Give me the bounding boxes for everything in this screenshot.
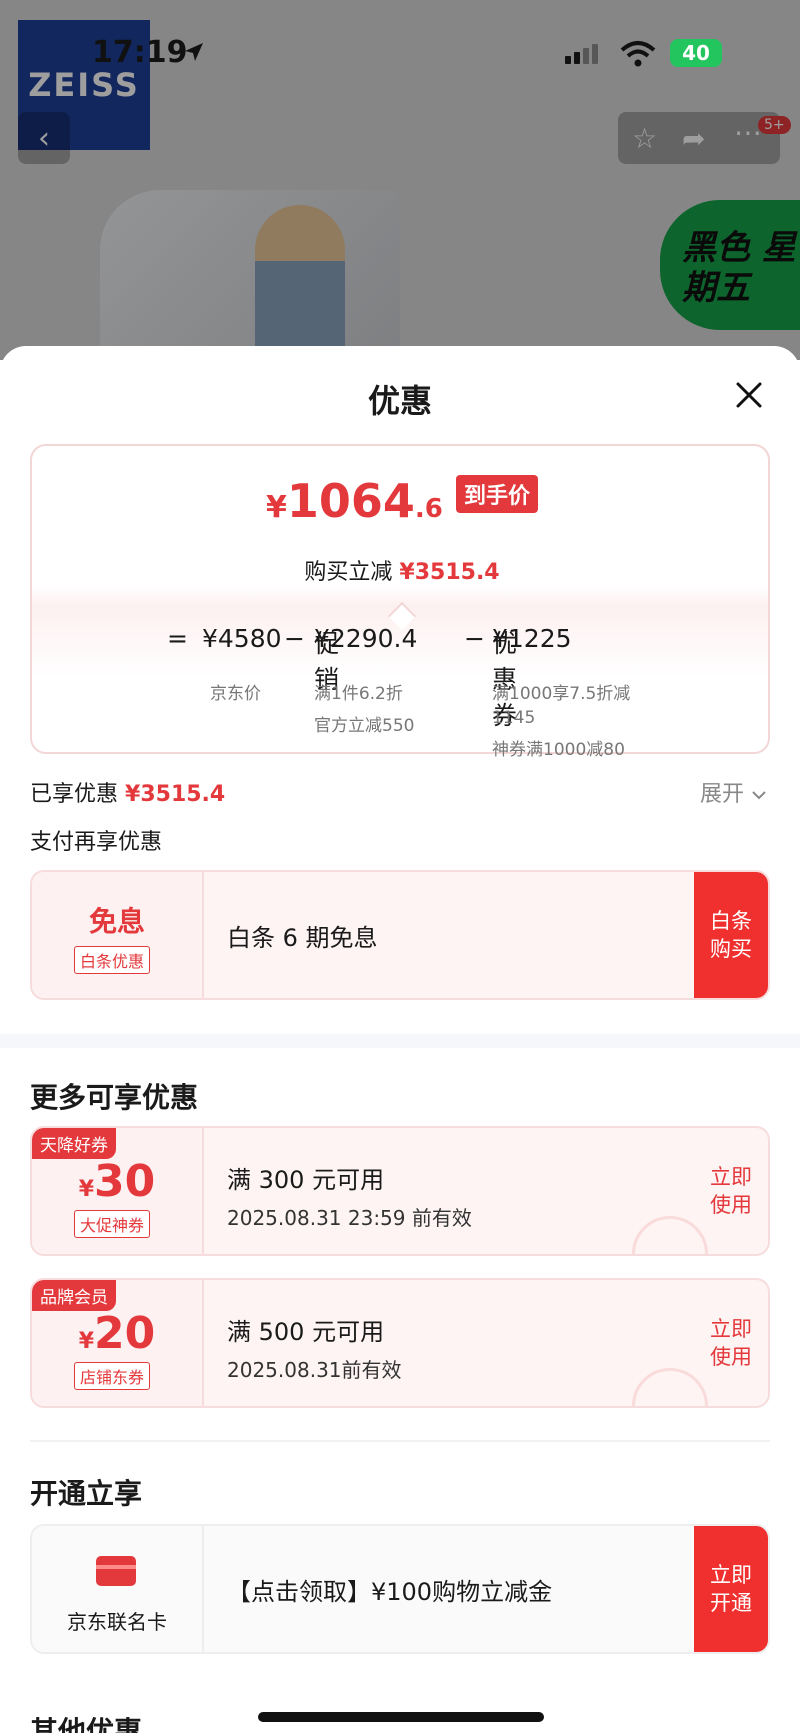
baitiao-buy-button[interactable]: 白条 购买 (694, 872, 768, 998)
location-arrow-icon (185, 43, 203, 61)
final-price-integer: 1064 (286, 474, 415, 528)
open-benefits-heading: 开通立享 (30, 1477, 143, 1510)
final-price-badge: 到手价 (455, 475, 538, 513)
coupon-condition: 满 300 元可用 (227, 1166, 385, 1194)
close-icon[interactable] (730, 376, 768, 414)
battery-indicator: 40 (670, 39, 722, 67)
baitiao-tag: 白条优惠 (74, 946, 151, 974)
pay-more-label: 支付再享优惠 (30, 830, 163, 855)
coupon-card: ¥20 店铺东券 品牌会员 满 500 元可用 2025.08.31前有效 立即… (30, 1278, 770, 1408)
coupon-type-tag: 店铺东券 (74, 1362, 151, 1390)
home-indicator[interactable] (258, 1712, 544, 1722)
coupon-amount: ¥20 (78, 1308, 156, 1359)
cobrand-card-label: 京东联名卡 (67, 1610, 167, 1634)
buy-reduce-value: ¥3515.4 (399, 560, 500, 585)
use-now-button[interactable]: 立即 使用 (694, 1128, 768, 1254)
enjoyed-discount: 已享优惠 ¥3515.4 (30, 782, 226, 807)
chevron-down-icon (752, 791, 766, 800)
divider (30, 1440, 770, 1442)
final-price: ¥1064.6 到手价 (32, 474, 772, 528)
coupon-type-tag: 大促神券 (74, 1210, 151, 1238)
coupon-card: ¥30 大促神券 天降好券 满 300 元可用 2025.08.31 23:59… (30, 1126, 770, 1256)
buy-reduce: 购买立减 ¥3515.4 (304, 560, 500, 585)
enjoyed-value: ¥3515.4 (125, 782, 226, 807)
coupon-corner-tag: 品牌会员 (32, 1280, 116, 1311)
price-breakdown-card: ¥1064.6 到手价 购买立减 ¥3515.4 = ¥4580 − 促销 ¥22… (30, 444, 772, 760)
product-page-background: ZEISS 黑色 星期五 ‹ ☆ ➦ ⋯ 5+ 17:19 40 (0, 0, 800, 360)
baitiao-desc: 白条 6 期免息 (227, 924, 378, 952)
discount-sheet: 优惠 ¥1064.6 到手价 购买立减 ¥3515.4 = ¥4580 − 促销… (0, 346, 800, 1733)
status-bar: 17:19 40 (0, 30, 800, 80)
coupon-amount: ¥30 (78, 1156, 156, 1207)
use-now-button[interactable]: 立即 使用 (694, 1280, 768, 1406)
credit-card-icon (96, 1556, 136, 1586)
coupon-corner-tag: 天降好券 (32, 1128, 116, 1159)
interest-free-title: 免息 (88, 905, 145, 938)
sheet-title: 优惠 (367, 382, 432, 420)
other-offers-heading: 其他优惠 (30, 1715, 143, 1733)
coupon-condition: 满 500 元可用 (227, 1318, 385, 1346)
jd-price-value: ¥4580 (202, 624, 282, 653)
cobrand-card-desc[interactable]: 【点击领取】¥100购物立减金 (227, 1572, 552, 1607)
coupon-validity: 2025.08.31 23:59 前有效 (227, 1206, 472, 1230)
more-offers-heading: 更多可享优惠 (30, 1081, 199, 1114)
coupon-validity: 2025.08.31前有效 (227, 1358, 402, 1382)
wifi-icon (620, 41, 656, 67)
expand-toggle[interactable]: 展开 (700, 776, 767, 808)
final-price-decimal: .6 (414, 494, 443, 524)
section-divider (0, 1034, 800, 1048)
baitiao-offer-card: 免息 白条优惠 白条 6 期免息 白条 购买 (30, 870, 770, 1000)
coupon-details: 满1000享7.5折减 1145 神券满1000减80 (492, 684, 631, 760)
status-time: 17:19 (92, 35, 188, 70)
jd-price-label: 京东价 (210, 684, 261, 704)
cobrand-card-offer: 京东联名卡 【点击领取】¥100购物立减金 立即 开通 (30, 1524, 770, 1654)
open-now-button[interactable]: 立即 开通 (694, 1526, 768, 1652)
cellular-signal-icon (565, 44, 601, 64)
promo-details: 满1件6.2折 官方立减550 (314, 684, 415, 736)
